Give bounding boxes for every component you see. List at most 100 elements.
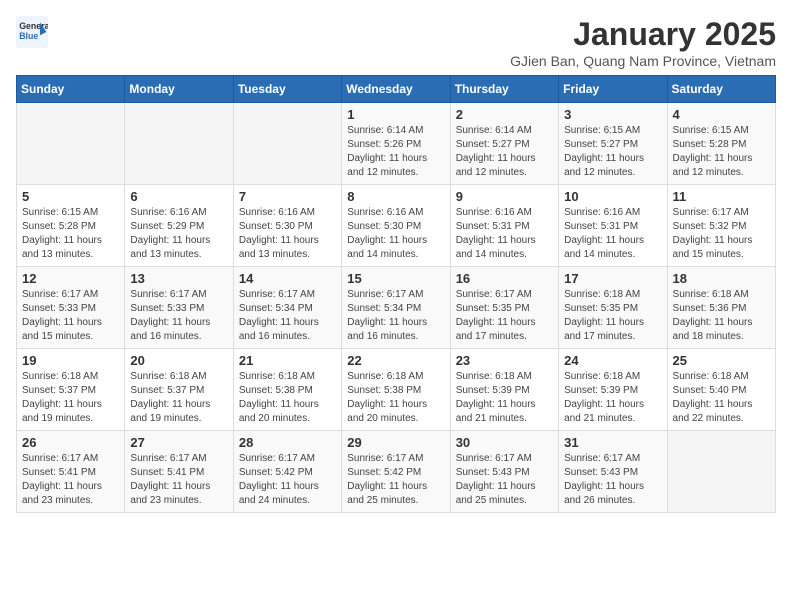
calendar-table: Sunday Monday Tuesday Wednesday Thursday…	[16, 75, 776, 513]
week-row-3: 19Sunrise: 6:18 AM Sunset: 5:37 PM Dayli…	[17, 349, 776, 431]
day-info: Sunrise: 6:17 AM Sunset: 5:34 PM Dayligh…	[239, 288, 336, 344]
week-row-1: 5 Sunrise: 6:15 AM Sunset: 5:28 PM Daylig…	[17, 185, 776, 267]
day-number: 25	[673, 353, 770, 368]
day-number: 8	[347, 189, 444, 204]
day-number: 11	[673, 189, 770, 204]
table-row: 25 Sunrise: 6:18 AM Sunset: 5:40 PM Dayli…	[667, 349, 775, 431]
day-number: 22	[347, 353, 444, 368]
col-thursday: Thursday	[450, 76, 558, 103]
table-row: 7Sunrise: 6:16 AM Sunset: 5:30 PM Daylig…	[233, 185, 341, 267]
table-row	[17, 103, 125, 185]
table-row: 8 Sunrise: 6:16 AM Sunset: 5:30 PM Daylig…	[342, 185, 450, 267]
col-tuesday: Tuesday	[233, 76, 341, 103]
day-info: Sunrise: 6:17 AM Sunset: 5:42 PM Dayligh…	[239, 452, 336, 508]
day-number: 29	[347, 435, 444, 450]
day-number: 1	[347, 107, 444, 122]
day-number: 14	[239, 271, 336, 286]
table-row: 20 Sunrise: 6:18 AM Sunset: 5:37 PM Dayli…	[125, 349, 233, 431]
table-row: 16Sunrise: 6:17 AM Sunset: 5:35 PM Dayli…	[450, 267, 558, 349]
day-info: Sunrise: 6:17 AM Sunset: 5:32 PM Dayligh…	[673, 206, 770, 262]
table-row: 24 Sunrise: 6:18 AM Sunset: 5:39 PM Dayli…	[559, 349, 667, 431]
day-info: Sunrise: 6:16 AM Sunset: 5:31 PM Dayligh…	[456, 206, 553, 262]
table-row: 17 Sunrise: 6:18 AM Sunset: 5:35 PM Dayli…	[559, 267, 667, 349]
week-row-0: 1 Sunrise: 6:14 AM Sunset: 5:26 PM Daylig…	[17, 103, 776, 185]
day-number: 12	[22, 271, 119, 286]
day-info: Sunrise: 6:17 AM Sunset: 5:33 PM Dayligh…	[22, 288, 119, 344]
day-info: Sunrise: 6:15 AM Sunset: 5:28 PM Dayligh…	[22, 206, 119, 262]
day-number: 13	[130, 271, 227, 286]
col-wednesday: Wednesday	[342, 76, 450, 103]
col-sunday: Sunday	[17, 76, 125, 103]
table-row: 29 Sunrise: 6:17 AM Sunset: 5:42 PM Dayli…	[342, 431, 450, 513]
day-number: 27	[130, 435, 227, 450]
day-info: Sunrise: 6:18 AM Sunset: 5:36 PM Dayligh…	[673, 288, 770, 344]
day-number: 21	[239, 353, 336, 368]
table-row: 23 Sunrise: 6:18 AM Sunset: 5:39 PM Dayli…	[450, 349, 558, 431]
day-info: Sunrise: 6:18 AM Sunset: 5:40 PM Dayligh…	[673, 370, 770, 426]
day-info: Sunrise: 6:16 AM Sunset: 5:30 PM Dayligh…	[347, 206, 444, 262]
day-number: 30	[456, 435, 553, 450]
col-friday: Friday	[559, 76, 667, 103]
day-info: Sunrise: 6:17 AM Sunset: 5:43 PM Dayligh…	[456, 452, 553, 508]
day-info: Sunrise: 6:18 AM Sunset: 5:39 PM Dayligh…	[564, 370, 661, 426]
title-block: January 2025 GJien Ban, Quang Nam Provin…	[510, 16, 776, 69]
day-info: Sunrise: 6:15 AM Sunset: 5:27 PM Dayligh…	[564, 124, 661, 180]
day-number: 26	[22, 435, 119, 450]
day-number: 18	[673, 271, 770, 286]
logo-icon: General Blue	[16, 16, 48, 48]
day-info: Sunrise: 6:17 AM Sunset: 5:34 PM Dayligh…	[347, 288, 444, 344]
col-saturday: Saturday	[667, 76, 775, 103]
table-row: 12 Sunrise: 6:17 AM Sunset: 5:33 PM Dayli…	[17, 267, 125, 349]
calendar-header-row: Sunday Monday Tuesday Wednesday Thursday…	[17, 76, 776, 103]
day-info: Sunrise: 6:14 AM Sunset: 5:26 PM Dayligh…	[347, 124, 444, 180]
day-info: Sunrise: 6:16 AM Sunset: 5:29 PM Dayligh…	[130, 206, 227, 262]
day-info: Sunrise: 6:16 AM Sunset: 5:30 PM Dayligh…	[239, 206, 336, 262]
logo: General Blue	[16, 16, 48, 48]
day-info: Sunrise: 6:15 AM Sunset: 5:28 PM Dayligh…	[673, 124, 770, 180]
table-row: 10Sunrise: 6:16 AM Sunset: 5:31 PM Dayli…	[559, 185, 667, 267]
table-row: 9 Sunrise: 6:16 AM Sunset: 5:31 PM Daylig…	[450, 185, 558, 267]
table-row: 14 Sunrise: 6:17 AM Sunset: 5:34 PM Dayli…	[233, 267, 341, 349]
table-row: 28 Sunrise: 6:17 AM Sunset: 5:42 PM Dayli…	[233, 431, 341, 513]
week-row-4: 26 Sunrise: 6:17 AM Sunset: 5:41 PM Dayli…	[17, 431, 776, 513]
day-number: 17	[564, 271, 661, 286]
day-info: Sunrise: 6:18 AM Sunset: 5:35 PM Dayligh…	[564, 288, 661, 344]
table-row: 21Sunrise: 6:18 AM Sunset: 5:38 PM Dayli…	[233, 349, 341, 431]
table-row: 11 Sunrise: 6:17 AM Sunset: 5:32 PM Dayli…	[667, 185, 775, 267]
table-row	[233, 103, 341, 185]
table-row: 30 Sunrise: 6:17 AM Sunset: 5:43 PM Dayli…	[450, 431, 558, 513]
table-row: 26 Sunrise: 6:17 AM Sunset: 5:41 PM Dayli…	[17, 431, 125, 513]
calendar-subtitle: GJien Ban, Quang Nam Province, Vietnam	[510, 53, 776, 69]
day-info: Sunrise: 6:17 AM Sunset: 5:35 PM Dayligh…	[456, 288, 553, 344]
day-number: 23	[456, 353, 553, 368]
table-row: 13Sunrise: 6:17 AM Sunset: 5:33 PM Dayli…	[125, 267, 233, 349]
day-info: Sunrise: 6:18 AM Sunset: 5:37 PM Dayligh…	[130, 370, 227, 426]
day-number: 15	[347, 271, 444, 286]
day-info: Sunrise: 6:18 AM Sunset: 5:37 PM Dayligh…	[22, 370, 119, 426]
day-number: 5	[22, 189, 119, 204]
table-row: 3 Sunrise: 6:15 AM Sunset: 5:27 PM Daylig…	[559, 103, 667, 185]
day-number: 6	[130, 189, 227, 204]
day-info: Sunrise: 6:18 AM Sunset: 5:39 PM Dayligh…	[456, 370, 553, 426]
calendar-title: January 2025	[510, 16, 776, 53]
day-number: 3	[564, 107, 661, 122]
day-number: 9	[456, 189, 553, 204]
day-number: 24	[564, 353, 661, 368]
table-row: 4Sunrise: 6:15 AM Sunset: 5:28 PM Daylig…	[667, 103, 775, 185]
table-row: 6 Sunrise: 6:16 AM Sunset: 5:29 PM Daylig…	[125, 185, 233, 267]
day-info: Sunrise: 6:17 AM Sunset: 5:41 PM Dayligh…	[130, 452, 227, 508]
day-info: Sunrise: 6:17 AM Sunset: 5:41 PM Dayligh…	[22, 452, 119, 508]
day-number: 28	[239, 435, 336, 450]
svg-text:Blue: Blue	[19, 31, 38, 41]
day-info: Sunrise: 6:18 AM Sunset: 5:38 PM Dayligh…	[347, 370, 444, 426]
table-row: 1 Sunrise: 6:14 AM Sunset: 5:26 PM Daylig…	[342, 103, 450, 185]
page-header: General Blue January 2025 GJien Ban, Qua…	[16, 16, 776, 69]
day-number: 31	[564, 435, 661, 450]
table-row: 15 Sunrise: 6:17 AM Sunset: 5:34 PM Dayli…	[342, 267, 450, 349]
day-info: Sunrise: 6:14 AM Sunset: 5:27 PM Dayligh…	[456, 124, 553, 180]
day-number: 10	[564, 189, 661, 204]
table-row: 19Sunrise: 6:18 AM Sunset: 5:37 PM Dayli…	[17, 349, 125, 431]
day-info: Sunrise: 6:17 AM Sunset: 5:42 PM Dayligh…	[347, 452, 444, 508]
table-row	[125, 103, 233, 185]
day-number: 20	[130, 353, 227, 368]
